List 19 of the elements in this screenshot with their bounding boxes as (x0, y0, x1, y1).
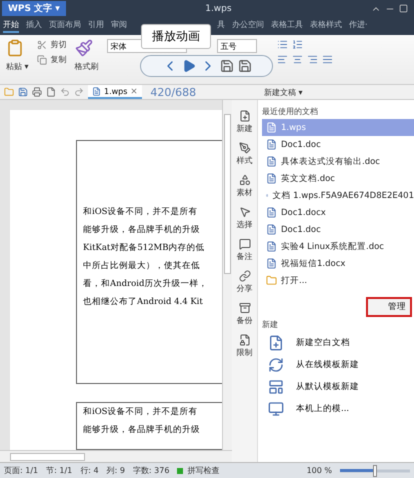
text-line: 能够升级，各品牌手机的升级 (83, 424, 201, 437)
status-field: 列: 9 (106, 465, 125, 476)
section-heading: 新建 (262, 319, 279, 331)
status-field: 页面: 1/1 (4, 465, 38, 476)
window-title: 1.wps (205, 4, 232, 14)
text-line: 看，和Android历次升级一样， (83, 278, 208, 291)
status-field: 节: 1/1 (46, 465, 72, 476)
text-line: 也相继公布了Android 4.4 Kit (83, 296, 204, 309)
section-heading: 最近使用的文档 (262, 106, 319, 118)
time-counter: 420/688 (150, 86, 196, 98)
zoom-level: 100 % (306, 466, 332, 475)
tooltip: 播放动画 (141, 24, 211, 49)
text-line: KitKat对配备512MB内存的低 (83, 242, 206, 255)
text-line: 和iOS设备不同，并不是所有 (83, 406, 199, 419)
text-line: 和iOS设备不同，并不是所有 (83, 206, 199, 219)
status-field: 字数: 376 (132, 465, 170, 476)
status-field: 行: 4 (80, 465, 99, 476)
text-line: 中所占比例最大），使其在低 (83, 260, 201, 273)
text-line: 能够升级，各品牌手机的升级 (83, 224, 201, 237)
